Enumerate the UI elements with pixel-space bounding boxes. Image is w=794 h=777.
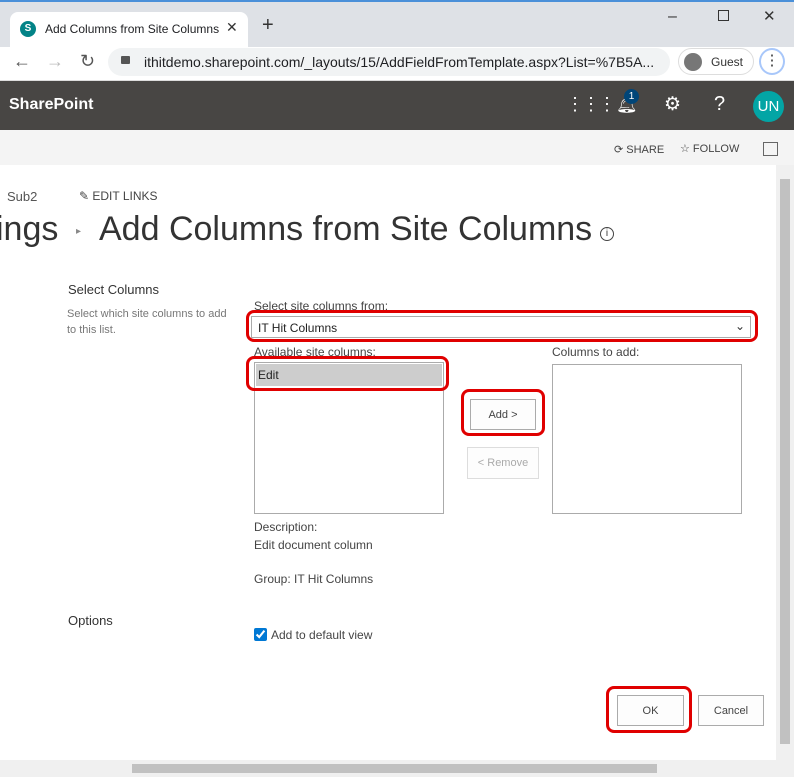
info-icon[interactable]: i [600,227,614,241]
lock-icon [121,56,130,64]
nav-site-link[interactable]: Sub2 [7,189,37,204]
highlight-available-item [246,356,449,391]
notification-badge: 1 [624,89,639,104]
vertical-scrollbar[interactable] [776,165,794,760]
settings-icon[interactable]: ⚙ [664,93,681,116]
close-tab-icon[interactable]: ✕ [226,19,238,36]
forward-icon[interactable]: → [46,51,64,72]
page-title: Add Columns from Site Columns [99,210,593,248]
tab-title: Add Columns from Site Columns [45,22,220,36]
profile-icon [684,53,702,71]
add-default-view-checkbox[interactable] [254,628,267,641]
add-default-view-label: Add to default view [271,628,373,642]
share-label: SHARE [626,144,665,156]
follow-label: FOLLOW [692,143,740,155]
avatar[interactable]: UN [753,91,784,122]
share-button[interactable]: ⟳ SHARE [614,143,664,156]
suite-bar: SharePoint ⋮⋮⋮ 🔔︎ 1 ⚙ ? UN [0,81,794,130]
app-launcher-icon[interactable]: ⋮⋮⋮ [566,94,616,115]
horizontal-scrollbar-thumb[interactable] [132,764,657,773]
columns-to-add-list[interactable] [552,364,742,514]
sharepoint-favicon: S [20,21,36,37]
app-name[interactable]: SharePoint [9,96,93,114]
highlight-dropdown [246,310,758,342]
focus-mode-icon[interactable] [763,142,778,156]
help-icon[interactable]: ? [714,93,725,116]
description-label: Description: [254,520,318,534]
menu-icon[interactable]: ⋮ [759,48,785,75]
close-window-icon[interactable]: ✕ [763,7,776,25]
description-value: Edit document column [254,538,373,552]
action-bar: ⟳ SHARE ☆ FOLLOW [0,130,794,165]
reload-icon[interactable]: ↻ [80,51,95,72]
minimize-icon[interactable]: – [668,8,677,26]
url-text: ithitdemo.sharepoint.com/_layouts/15/Add… [144,54,655,70]
url-field[interactable]: ithitdemo.sharepoint.com/_layouts/15/Add… [108,48,670,76]
cancel-button[interactable]: Cancel [698,695,764,726]
browser-tab-bar: S Add Columns from Site Columns ✕ + – ✕ [0,0,794,49]
columns-to-add-label: Columns to add: [552,345,640,359]
horizontal-scrollbar[interactable] [0,760,794,777]
vertical-scrollbar-thumb[interactable] [780,179,790,744]
breadcrumb-separator-icon: ▸ [76,226,82,237]
new-tab-icon[interactable]: + [262,14,274,37]
maximize-icon[interactable] [718,10,729,21]
options-title: Options [68,613,113,628]
group-label: Group: IT Hit Columns [254,572,374,586]
profile-button[interactable]: Guest [678,48,754,75]
section-title: Select Columns [68,282,160,297]
profile-name: Guest [711,55,744,69]
breadcrumb-prev[interactable]: ings [0,210,58,249]
highlight-ok-button [606,686,692,733]
edit-links-button[interactable]: ✎ EDIT LINKS [79,189,158,203]
section-description: Select which site columns to add to this… [67,308,227,336]
follow-button[interactable]: ☆ FOLLOW [680,142,739,155]
remove-button[interactable]: < Remove [467,447,539,479]
back-icon[interactable]: ← [13,51,31,72]
edit-links-label: EDIT LINKS [92,189,158,203]
highlight-add-button [461,389,545,436]
browser-tab[interactable]: S Add Columns from Site Columns ✕ [10,12,248,49]
